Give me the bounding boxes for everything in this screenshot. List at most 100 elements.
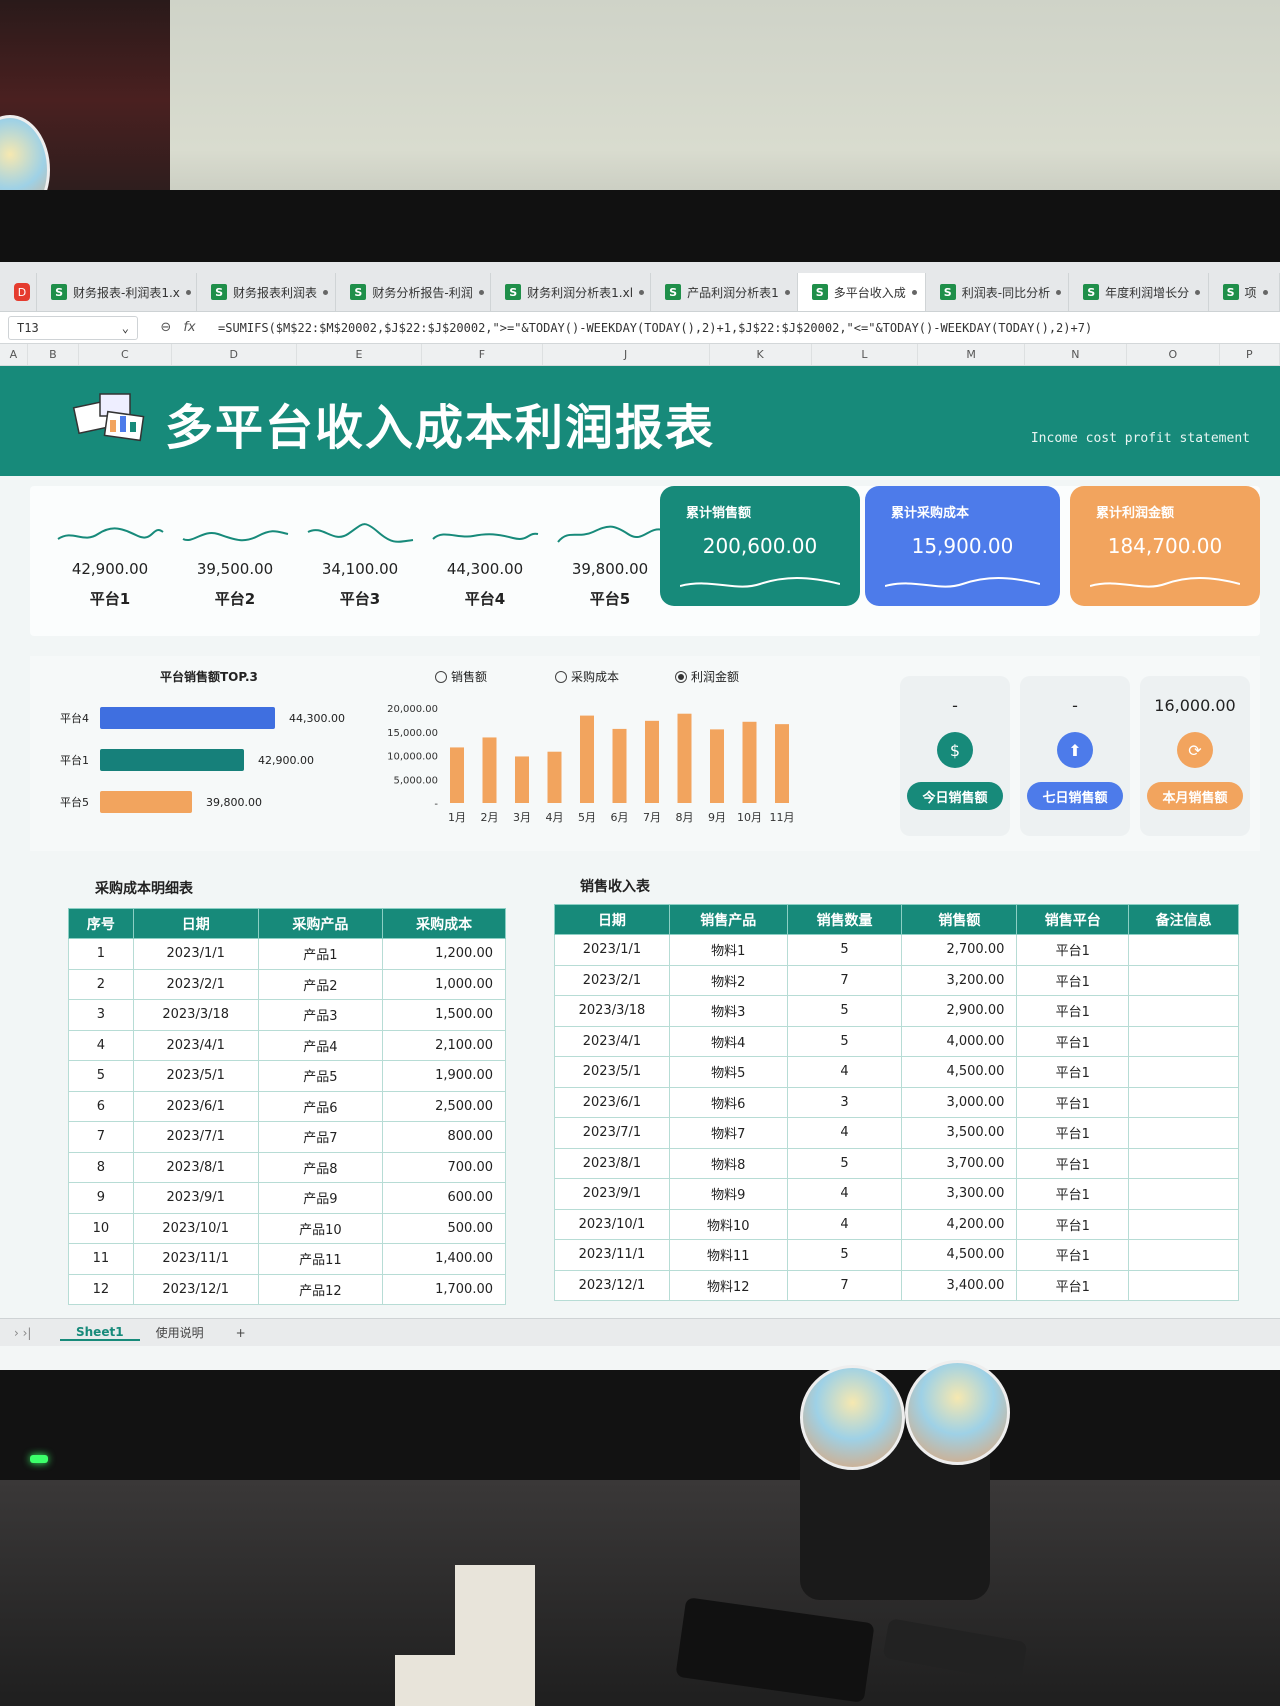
formula-input[interactable]: =SUMIFS($M$22:$M$20002,$J$22:$J$20002,">… <box>218 321 1280 335</box>
table-cell[interactable]: 6 <box>68 1090 134 1122</box>
table-cell[interactable]: 产品9 <box>257 1182 384 1214</box>
column-header[interactable]: J <box>543 344 710 365</box>
table-cell[interactable]: 1,500.00 <box>382 999 506 1031</box>
table-cell[interactable]: 2023/3/18 <box>132 999 259 1031</box>
column-header[interactable]: B <box>28 344 79 365</box>
document-tab[interactable]: S 利润表-同比分析 <box>926 273 1070 311</box>
table-cell[interactable]: 物料11 <box>668 1239 788 1271</box>
table-cell[interactable]: 物料3 <box>668 995 788 1027</box>
column-header-cell[interactable]: 备注信息 <box>1128 904 1239 935</box>
column-header[interactable]: M <box>918 344 1025 365</box>
table-cell[interactable]: 7 <box>68 1121 134 1153</box>
table-cell[interactable]: 7 <box>786 964 903 996</box>
table-cell[interactable]: 2023/12/1 <box>132 1273 259 1305</box>
column-header[interactable]: C <box>79 344 172 365</box>
table-cell[interactable]: 5 <box>68 1060 134 1092</box>
table-cell[interactable]: 平台1 <box>1016 964 1130 996</box>
table-cell[interactable]: 11 <box>68 1243 134 1275</box>
table-cell[interactable]: 3,400.00 <box>901 1269 1018 1301</box>
table-cell[interactable]: 2023/6/1 <box>132 1090 259 1122</box>
column-header[interactable]: P <box>1220 344 1280 365</box>
table-cell[interactable]: 物料9 <box>668 1178 788 1210</box>
table-cell[interactable]: 1,200.00 <box>382 938 506 970</box>
table-cell[interactable]: 物料4 <box>668 1025 788 1057</box>
table-cell[interactable]: 600.00 <box>382 1182 506 1214</box>
table-cell[interactable]: 2023/7/1 <box>554 1117 670 1149</box>
table-cell[interactable]: 产品3 <box>257 999 384 1031</box>
table-cell[interactable] <box>1128 934 1239 966</box>
table-cell[interactable]: 1,400.00 <box>382 1243 506 1275</box>
column-header-cell[interactable]: 销售额 <box>901 904 1018 935</box>
table-cell[interactable]: 物料5 <box>668 1056 788 1088</box>
column-header[interactable]: F <box>422 344 543 365</box>
table-cell[interactable]: 4,000.00 <box>901 1025 1018 1057</box>
table-cell[interactable]: 2023/6/1 <box>554 1086 670 1118</box>
period-button[interactable]: 本月销售额 <box>1147 782 1243 810</box>
table-cell[interactable]: 10 <box>68 1212 134 1244</box>
table-cell[interactable]: 物料2 <box>668 964 788 996</box>
tab-close-dot-icon[interactable] <box>323 289 329 295</box>
table-cell[interactable]: 7 <box>786 1269 903 1301</box>
column-header[interactable]: N <box>1025 344 1127 365</box>
table-cell[interactable]: 2023/10/1 <box>554 1208 670 1240</box>
table-cell[interactable]: 2023/9/1 <box>132 1182 259 1214</box>
table-cell[interactable]: 产品4 <box>257 1029 384 1061</box>
name-box[interactable]: T13 ⌄ <box>8 315 138 340</box>
table-cell[interactable]: 5 <box>786 1239 903 1271</box>
column-header-cell[interactable]: 销售产品 <box>668 904 788 935</box>
zoom-icon[interactable]: ⊖ <box>160 320 171 335</box>
document-tab[interactable]: S 产品利润分析表1 <box>651 273 798 311</box>
table-cell[interactable]: 3 <box>786 1086 903 1118</box>
radio-icon[interactable] <box>555 670 567 683</box>
table-cell[interactable]: 物料1 <box>668 934 788 966</box>
table-cell[interactable]: 700.00 <box>382 1151 506 1183</box>
column-header-cell[interactable]: 销售数量 <box>786 904 903 935</box>
column-header-cell[interactable]: 销售平台 <box>1016 904 1130 935</box>
table-cell[interactable]: 平台1 <box>1016 1147 1130 1179</box>
wps-home-tab[interactable]: D <box>8 273 38 311</box>
metric-radio[interactable]: 利润金额 <box>675 668 739 685</box>
table-cell[interactable]: 产品10 <box>257 1212 384 1244</box>
table-cell[interactable] <box>1128 1147 1239 1179</box>
table-cell[interactable]: 4,500.00 <box>901 1056 1018 1088</box>
table-cell[interactable]: 3 <box>68 999 134 1031</box>
table-cell[interactable]: 2023/5/1 <box>554 1056 670 1088</box>
table-cell[interactable]: 2023/5/1 <box>132 1060 259 1092</box>
table-cell[interactable]: 2023/1/1 <box>132 938 259 970</box>
table-cell[interactable] <box>1128 1056 1239 1088</box>
table-cell[interactable]: 2023/2/1 <box>132 968 259 1000</box>
table-cell[interactable]: 4,500.00 <box>901 1239 1018 1271</box>
tab-close-dot-icon[interactable] <box>911 289 917 295</box>
table-cell[interactable]: 平台1 <box>1016 1117 1130 1149</box>
column-header[interactable]: K <box>710 344 812 365</box>
tab-close-dot-icon[interactable] <box>784 289 790 295</box>
table-cell[interactable]: 1,700.00 <box>382 1273 506 1305</box>
table-cell[interactable] <box>1128 1178 1239 1210</box>
table-cell[interactable]: 4 <box>786 1056 903 1088</box>
table-cell[interactable]: 2023/3/18 <box>554 995 670 1027</box>
radio-icon[interactable] <box>675 670 687 683</box>
table-cell[interactable]: 产品2 <box>257 968 384 1000</box>
document-tab[interactable]: S 财务报表利润表 <box>197 273 337 311</box>
table-cell[interactable] <box>1128 995 1239 1027</box>
column-header[interactable]: D <box>172 344 297 365</box>
table-cell[interactable]: 4 <box>68 1029 134 1061</box>
table-cell[interactable] <box>1128 1208 1239 1240</box>
table-cell[interactable]: 平台1 <box>1016 1056 1130 1088</box>
tab-close-dot-icon[interactable] <box>1056 289 1062 295</box>
table-cell[interactable]: 平台1 <box>1016 1239 1130 1271</box>
table-cell[interactable]: 平台1 <box>1016 1178 1130 1210</box>
table-cell[interactable]: 5 <box>786 1147 903 1179</box>
table-cell[interactable]: 9 <box>68 1182 134 1214</box>
table-cell[interactable]: 物料7 <box>668 1117 788 1149</box>
sheet-tab[interactable]: 使用说明 <box>140 1324 220 1341</box>
table-cell[interactable]: 2023/8/1 <box>554 1147 670 1179</box>
table-cell[interactable]: 5 <box>786 934 903 966</box>
table-cell[interactable]: 2,100.00 <box>382 1029 506 1061</box>
table-cell[interactable]: 产品12 <box>257 1273 384 1305</box>
column-header-cell[interactable]: 日期 <box>132 908 259 939</box>
table-cell[interactable]: 2023/9/1 <box>554 1178 670 1210</box>
table-cell[interactable]: 平台1 <box>1016 995 1130 1027</box>
column-header[interactable]: A <box>0 344 28 365</box>
table-cell[interactable]: 3,200.00 <box>901 964 1018 996</box>
